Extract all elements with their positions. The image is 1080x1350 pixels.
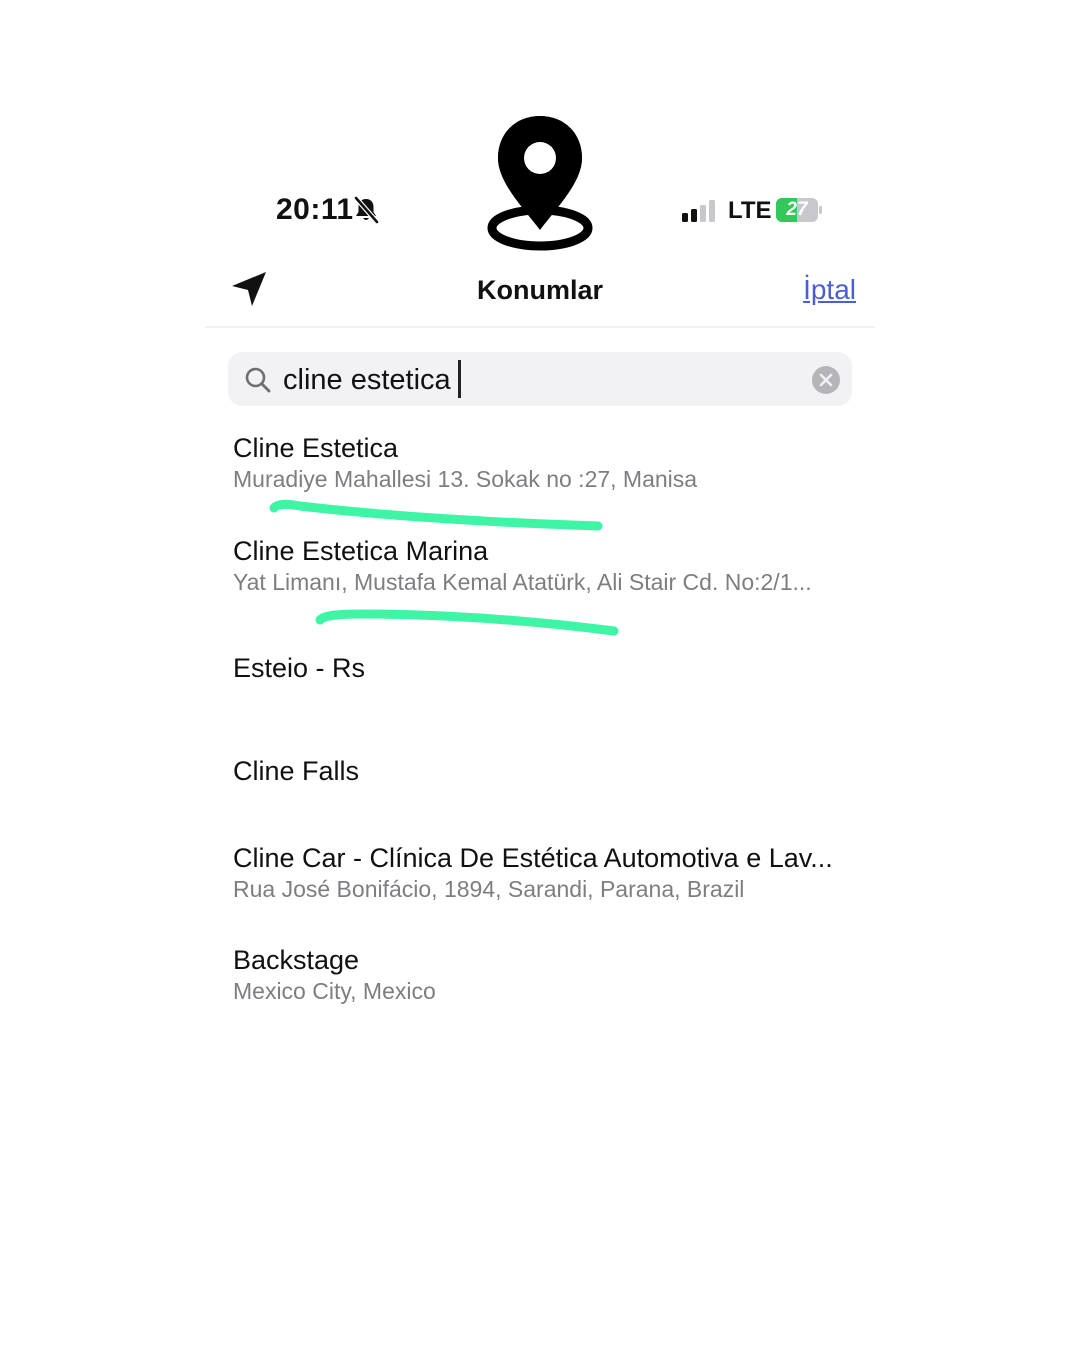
list-item[interactable]: Esteio - Rs [233,652,853,684]
signal-strength-icon [682,200,715,222]
nav-divider [205,326,875,328]
list-item[interactable]: Cline Car - Clínica De Estética Automoti… [233,842,853,904]
bell-off-icon [354,196,379,224]
search-input[interactable] [283,358,783,402]
clear-icon[interactable] [811,365,841,395]
status-time: 20:11 [276,193,354,226]
result-subtitle: Rua José Bonifácio, 1894, Sarandi, Paran… [233,876,745,902]
location-pin-icon [487,116,593,251]
list-item[interactable]: Cline Falls [233,755,853,787]
list-item[interactable]: Cline Estetica Muradiye Mahallesi 13. So… [233,432,853,494]
text-cursor [458,360,461,398]
result-title: Cline Estetica [233,433,399,463]
cancel-button[interactable]: İptal [780,272,856,308]
battery-percent: 27 [786,199,808,220]
result-title: Cline Car - Clínica De Estética Automoti… [233,843,833,873]
location-arrow-icon[interactable] [230,270,268,308]
result-title: Esteio - Rs [233,653,366,683]
page-title: Konumlar [476,275,603,305]
highlight-strokes [269,499,619,636]
result-title: Cline Falls [233,756,360,786]
list-item[interactable]: Backstage Mexico City, Mexico [233,944,853,1006]
network-type: LTE [728,197,772,224]
search-icon [245,367,271,393]
result-subtitle: Mexico City, Mexico [233,978,436,1004]
result-title: Backstage [233,945,360,975]
